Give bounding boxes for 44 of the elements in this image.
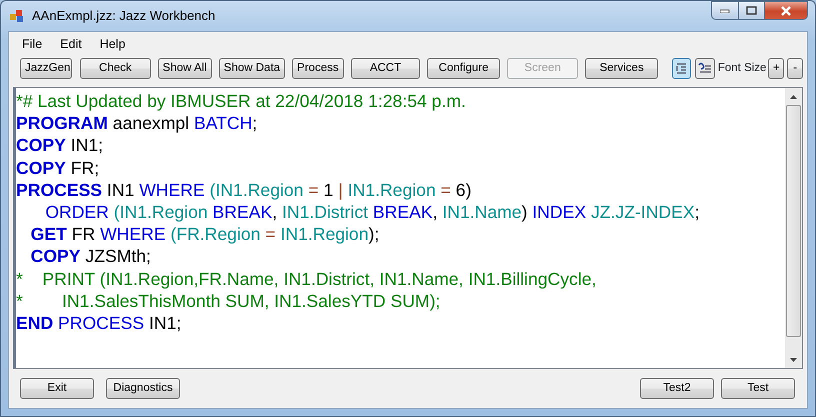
footer-button[interactable]: Exit [20,378,94,399]
code-line: END PROCESS IN1; [16,312,182,334]
minimize-icon [720,8,730,12]
toolbar-button[interactable]: Show All [158,58,212,79]
maximize-icon [746,6,757,15]
code-line: GET FR WHERE (FR.Region = IN1.Region); [30,223,380,246]
code-line: PROCESS IN1 WHERE (IN1.Region = 1 | IN1.Region = 6) [16,178,472,202]
code-line: COPY IN1; [16,134,104,157]
scroll-up-icon[interactable] [790,94,797,98]
toolbar-button[interactable]: Check [80,58,151,79]
toolbar-button[interactable]: JazzGen [20,58,72,79]
code-line: * PRINT (IN1.Region,FR.Name, IN1.District, IN1.Name, IN1.BillingCycle, [16,268,598,290]
toolbar-button[interactable]: Process [292,58,344,79]
code-line: PROGRAM aanexmpl BATCH; [16,112,258,134]
font-size-button[interactable]: + [768,58,784,79]
footer-button[interactable]: Test2 [640,378,714,399]
view-toggle[interactable] [672,58,692,79]
scrollbar[interactable] [785,88,802,368]
toolbar-button[interactable]: Configure [427,58,500,79]
footer-button[interactable]: Diagnostics [106,378,180,399]
menu-item[interactable]: File [13,32,52,56]
text-lines-icon [675,62,688,75]
minimize-button[interactable] [711,1,738,20]
menu-item[interactable]: Edit [51,32,91,56]
close-button[interactable] [764,1,808,20]
code-line: ORDER (IN1.Region BREAK, IN1.District BREAK, IN1.Name) INDEX JZ.JZ-INDEX; [44,201,700,224]
footer-button[interactable]: Test [721,378,795,399]
close-icon [780,6,792,16]
code-line: * IN1.SalesThisMonth SUM, IN1.SalesYTD SUM); [16,290,442,312]
font-size-label: Font Size [718,60,766,76]
code-line: COPY JZSMth; [30,245,152,268]
app-icon [10,9,26,23]
window-title: AAnExmpl.jzz: Jazz Workbench [32,7,216,26]
view-toggle[interactable] [695,58,715,79]
font-size-button[interactable]: - [787,58,803,79]
toolbar-button[interactable]: Services [585,58,658,79]
toolbar-button[interactable]: ACCT [350,58,420,79]
menu-item[interactable]: Help [90,32,134,56]
code-line: *# Last Updated by IBMUSER at 22/04/2018 1:28:54 p.m. [16,90,467,112]
toolbar-button[interactable]: Show Data [218,58,286,79]
text-lines-icon [698,62,712,75]
code-line: COPY FR; [16,156,100,179]
maximize-button[interactable] [738,1,764,20]
scroll-down-icon[interactable] [790,358,797,362]
